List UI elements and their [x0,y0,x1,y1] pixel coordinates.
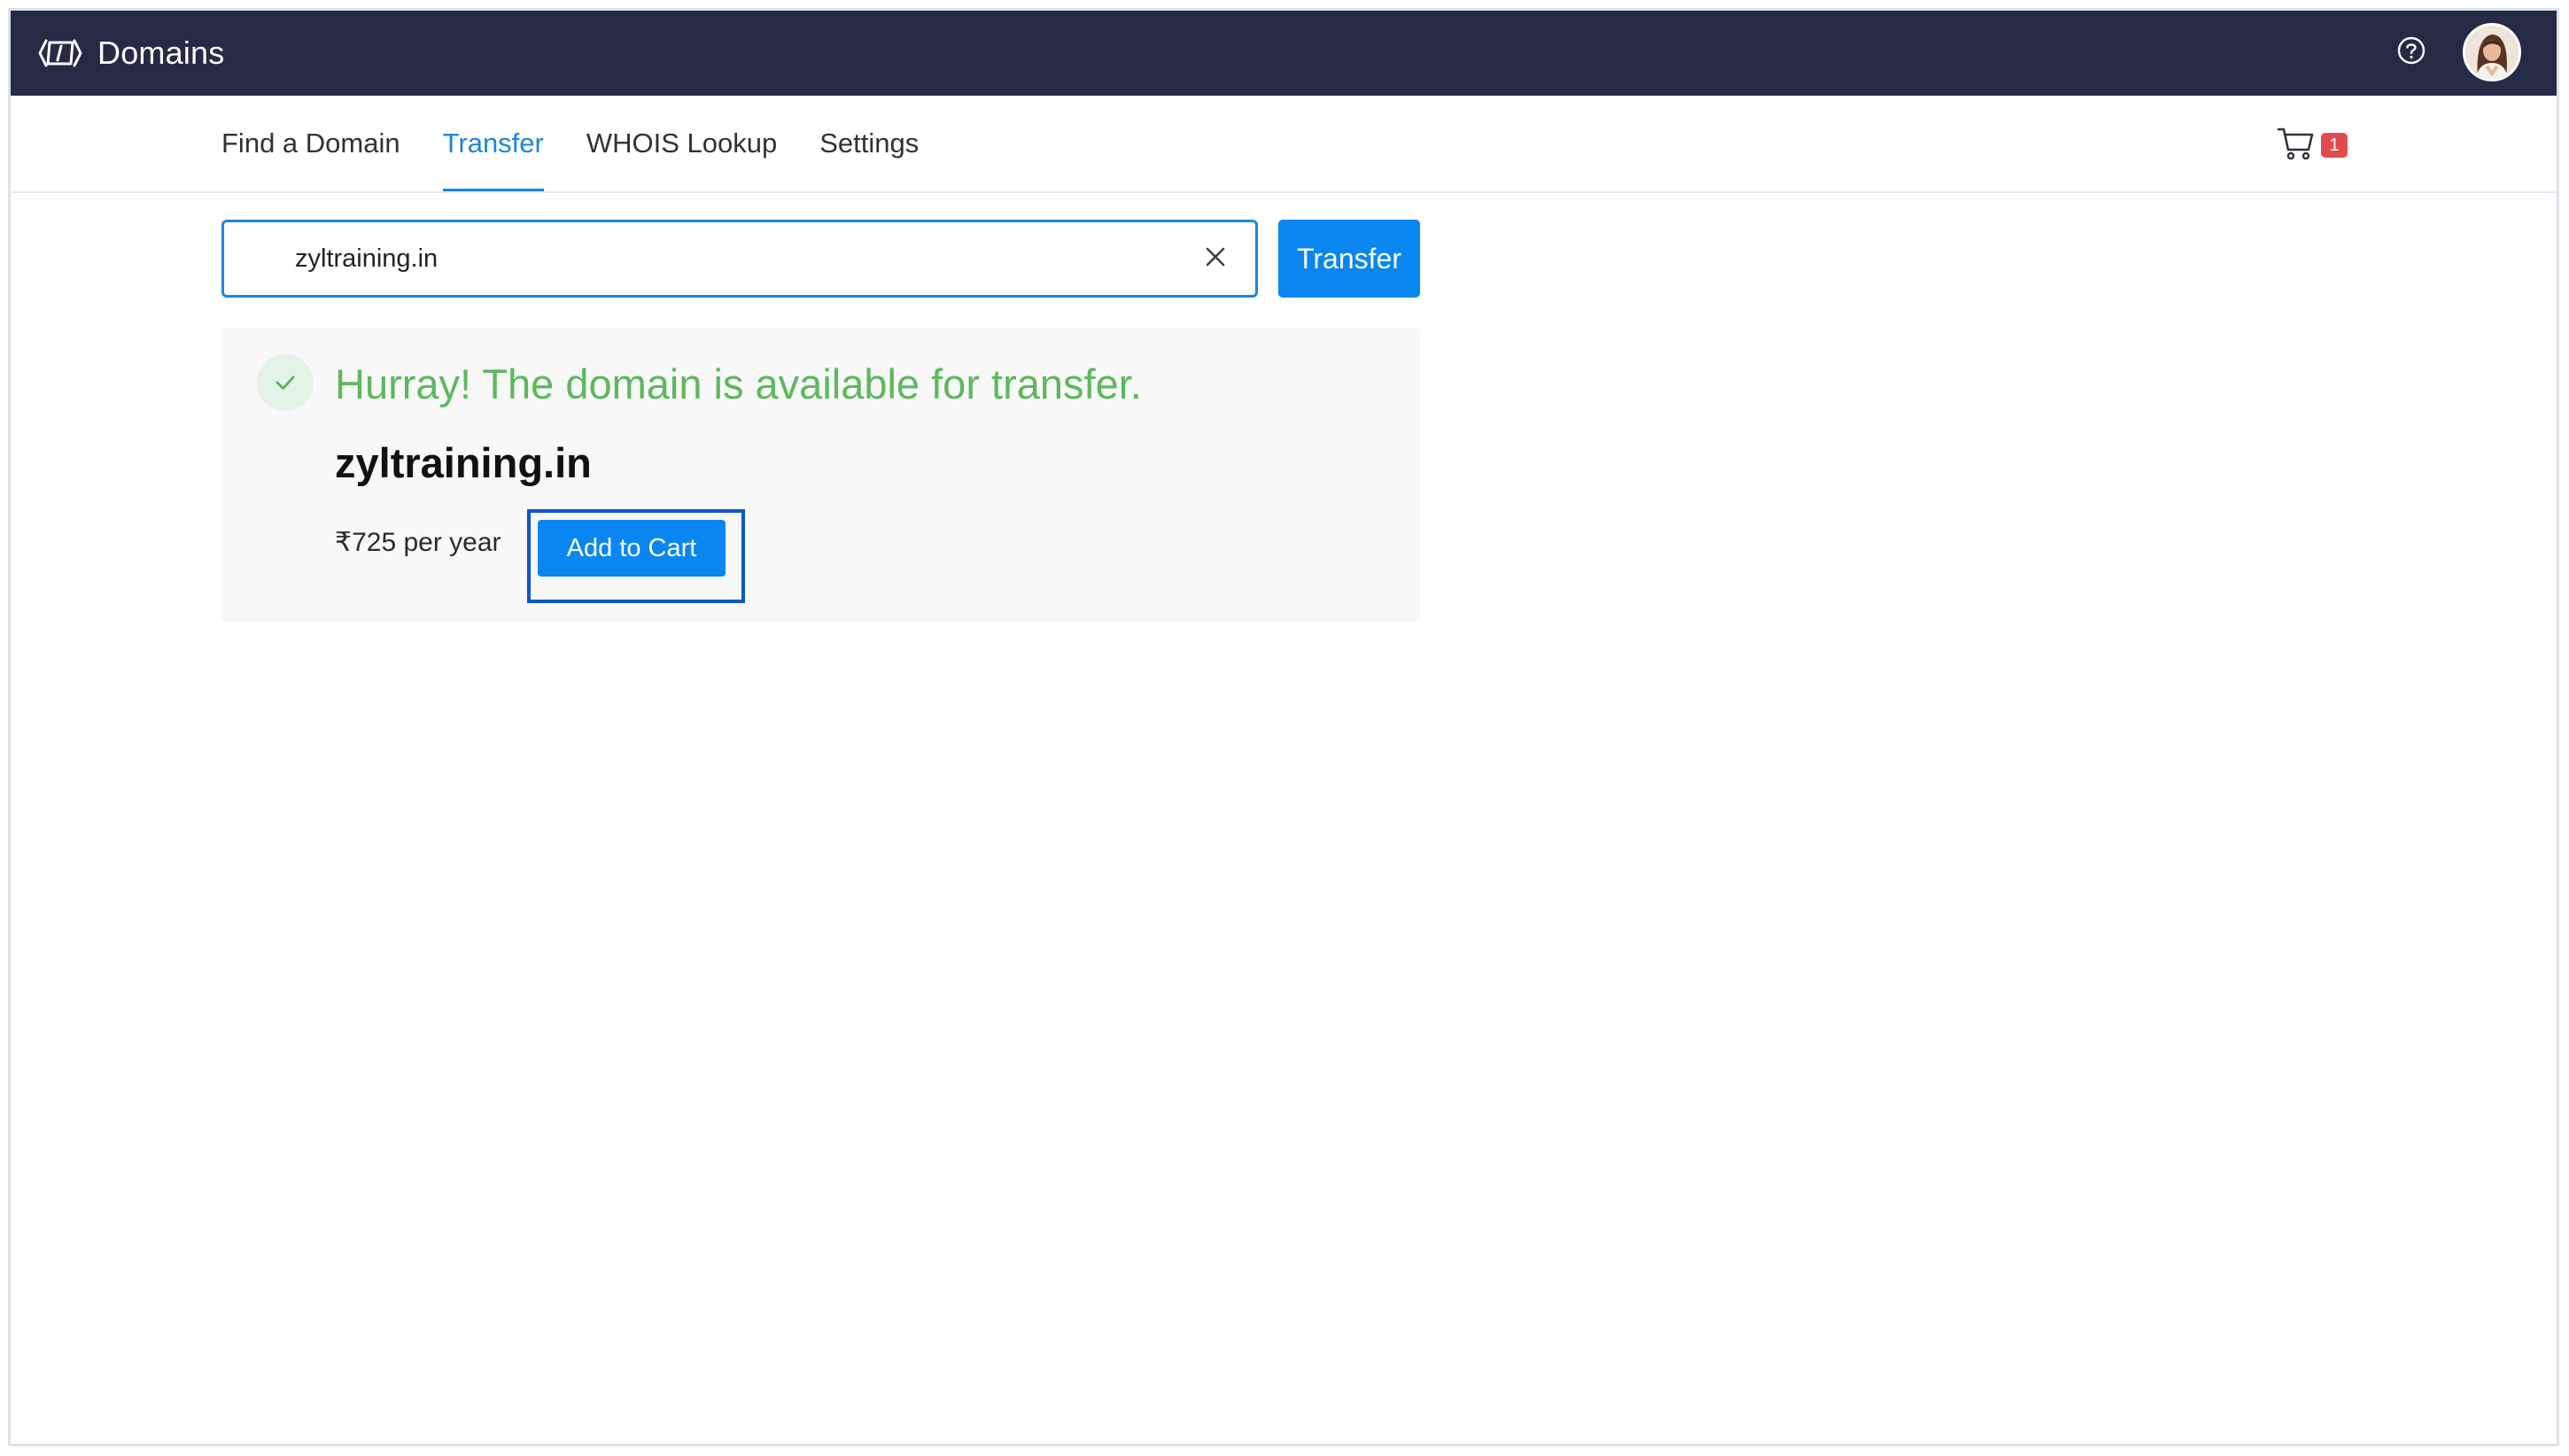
top-header-bar: Domains [11,11,2557,96]
app-title: Domains [97,35,225,71]
cart-button[interactable]: 1 [2277,124,2348,167]
shopping-cart-icon [2277,125,2316,167]
clear-search-button[interactable] [1200,244,1230,274]
cart-count-badge: 1 [2321,133,2348,158]
main-nav: Find a Domain Transfer WHOIS Lookup Sett… [11,96,2557,193]
check-icon [257,354,314,411]
app-window: Domains Find a Domain Transfer WHOIS Loo… [8,8,2559,1446]
domains-logo-icon [37,35,83,71]
tab-transfer[interactable]: Transfer [442,96,545,191]
help-button[interactable] [2394,35,2429,70]
transfer-button[interactable]: Transfer [1278,220,1420,298]
domain-search-input[interactable] [293,231,1147,286]
add-to-cart-button[interactable]: Add to Cart [538,520,726,577]
help-circle-icon [2396,35,2426,70]
tab-settings[interactable]: Settings [819,96,919,191]
close-icon [1205,246,1226,272]
nav-tabs: Find a Domain Transfer WHOIS Lookup Sett… [221,96,961,191]
user-avatar[interactable] [2463,23,2521,81]
domain-search-box [221,220,1258,298]
domain-name: zyltraining.in [335,439,592,486]
domain-price: ₹725 per year [335,528,501,557]
availability-message: Hurray! The domain is available for tran… [335,360,1142,407]
tab-find-a-domain[interactable]: Find a Domain [221,96,400,191]
availability-result-panel: Hurray! The domain is available for tran… [221,328,1420,622]
brand[interactable]: Domains [37,11,224,96]
tab-whois-lookup[interactable]: WHOIS Lookup [586,96,777,191]
